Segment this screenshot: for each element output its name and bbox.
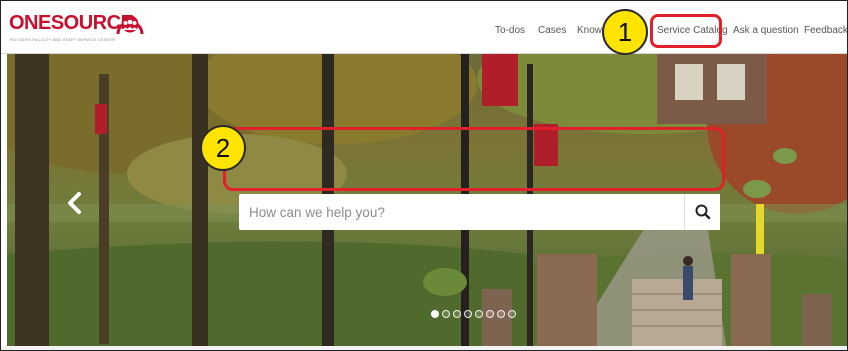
nav-ask-question[interactable]: Ask a question <box>733 25 799 36</box>
magnifier-icon <box>695 204 711 220</box>
page-bottom-strip <box>1 346 847 350</box>
search-highlight <box>223 127 725 191</box>
site-header: ONESOURCE RUTGERS FACULTY AND STAFF SERV… <box>1 1 847 54</box>
search-button[interactable] <box>684 194 720 230</box>
service-catalog-highlight <box>650 14 722 48</box>
callout-badge-2: 2 <box>200 125 246 171</box>
hero-carousel <box>7 54 847 350</box>
nav-cases[interactable]: Cases <box>538 25 566 36</box>
search-input[interactable] <box>239 194 684 230</box>
onesource-logo[interactable]: ONESOURCE RUTGERS FACULTY AND STAFF SERV… <box>9 10 144 48</box>
chevron-left-icon <box>68 192 81 214</box>
carousel-dot[interactable] <box>508 310 516 318</box>
nav-feedback[interactable]: Feedback <box>804 25 847 36</box>
people-emblem-icon <box>116 15 144 35</box>
carousel-prev-button[interactable] <box>63 190 87 216</box>
callout-badge-1: 1 <box>602 9 648 55</box>
carousel-dot[interactable] <box>475 310 483 318</box>
carousel-dot[interactable] <box>431 310 439 318</box>
carousel-dot[interactable] <box>486 310 494 318</box>
nav-todos[interactable]: To-dos <box>495 25 525 36</box>
onesource-page: ONESOURCE RUTGERS FACULTY AND STAFF SERV… <box>0 0 848 351</box>
logo-tagline: RUTGERS FACULTY AND STAFF SERVICE CENTER <box>10 37 116 42</box>
nav-knowledge[interactable]: Know <box>577 25 602 36</box>
carousel-dot[interactable] <box>464 310 472 318</box>
carousel-dot[interactable] <box>442 310 450 318</box>
search-box <box>239 194 720 230</box>
carousel-dot[interactable] <box>497 310 505 318</box>
carousel-dot[interactable] <box>453 310 461 318</box>
